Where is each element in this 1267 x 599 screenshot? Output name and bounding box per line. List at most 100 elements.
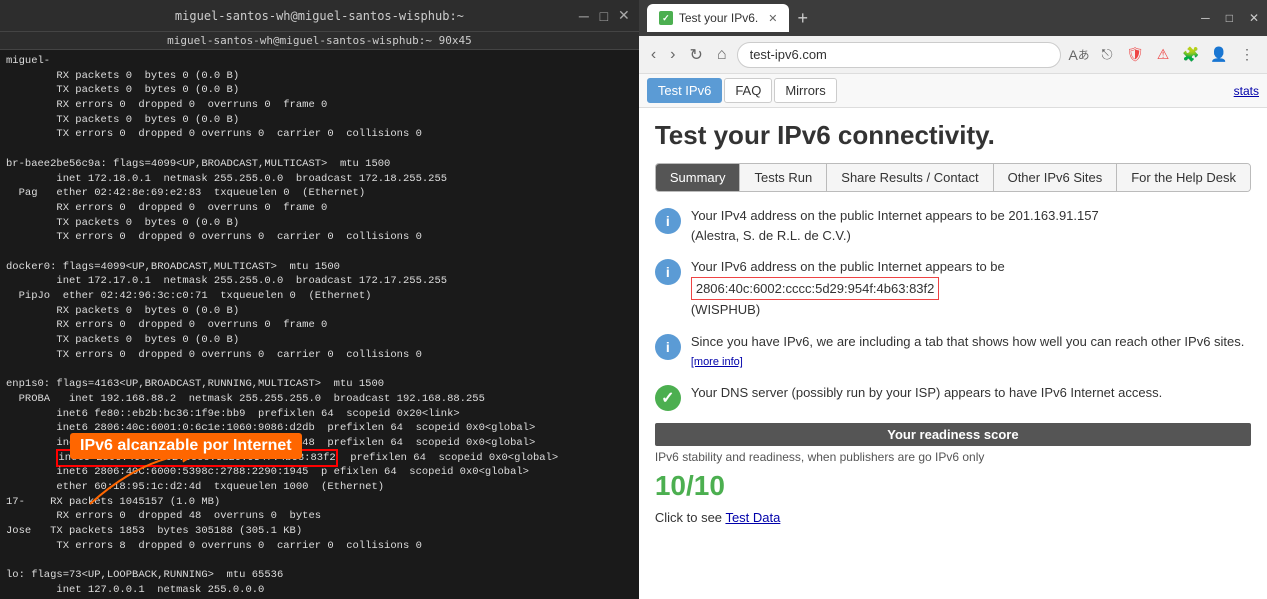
info-text-dns: Your DNS server (possibly run by your IS… <box>691 383 1162 411</box>
terminal-title: miguel-santos-wh@miguel-santos-wisphub:~ <box>175 9 464 23</box>
terminal-line-23: PROBA inet 192.168.88.2 netmask 255.255.… <box>6 393 485 405</box>
browser-maximize-btn[interactable]: □ <box>1226 11 1233 25</box>
address-bar[interactable] <box>737 42 1061 68</box>
forward-btn[interactable]: › <box>666 44 679 66</box>
page-title: Test your IPv6 connectivity. <box>655 120 1251 151</box>
terminal-line-22: enp1s0: flags=4163<UP,BROADCAST,RUNNING,… <box>6 378 384 390</box>
info-block-dns: ✓ Your DNS server (possibly run by your … <box>655 383 1251 411</box>
browser-toolbar: ‹ › ↻ ⌂ Aあ ⎋ 🛡 ⚠ 🧩 👤 ⋮ <box>639 36 1267 74</box>
terminal-line-29: ether 60:18:95:1c:d2:4d txqueuelen 1000 … <box>6 481 384 493</box>
info-block-tab: i Since you have IPv6, we are including … <box>655 332 1251 371</box>
test-data-section: Click to see Test Data <box>655 510 1251 525</box>
info-icon-dns: ✓ <box>655 385 681 411</box>
back-btn[interactable]: ‹ <box>647 44 660 66</box>
info-text-ipv4: Your IPv4 address on the public Internet… <box>691 206 1099 245</box>
info-block-ipv6: i Your IPv6 address on the public Intern… <box>655 257 1251 320</box>
terminal-line-25: inet6 2806:40c:6001:0:6c1e:1060:9086:d2d… <box>6 422 535 434</box>
terminal-line-2: TX packets 0 bytes 0 (0.0 B) <box>6 84 239 96</box>
terminal-line-19: TX packets 0 bytes 0 (0.0 B) <box>6 334 239 346</box>
terminal-line-5: TX errors 0 dropped 0 overruns 0 carrier… <box>6 128 422 140</box>
site-nav: Test IPv6 FAQ Mirrors stats <box>639 74 1267 108</box>
readiness-score: 10/10 <box>655 470 1251 502</box>
info-text-tab: Since you have IPv6, we are including a … <box>691 332 1251 371</box>
translate-icon[interactable]: Aあ <box>1067 43 1091 67</box>
terminal-titlebar: miguel-santos-wh@miguel-santos-wisphub:~… <box>0 0 639 32</box>
terminal-line-36: inet 127.0.0.1 netmask 255.0.0.0 <box>6 584 264 596</box>
terminal-line-32: Jose TX packets 1853 bytes 305188 (305.1… <box>6 525 302 537</box>
terminal-line-0: miguel- <box>6 55 50 67</box>
site-tab-test-ipv6[interactable]: Test IPv6 <box>647 78 722 103</box>
share-icon[interactable]: ⎋ <box>1095 43 1119 67</box>
terminal-line-30: 17- RX packets 1045157 (1.0 MB) <box>6 496 220 508</box>
terminal-line-12: TX errors 0 dropped 0 overruns 0 carrier… <box>6 231 422 243</box>
browser-titlebar: ✓ Test your IPv6. ✕ + ─ □ ✕ <box>639 0 1267 36</box>
terminal-line-7: br-baee2be56c9a: flags=4099<UP,BROADCAST… <box>6 158 390 170</box>
terminal-highlighted-line: inet6 2806:40c:6002:cccc:5d29:954f:4b63:… <box>6 449 558 467</box>
info-icon-tab: i <box>655 334 681 360</box>
browser-minimize-btn[interactable]: ─ <box>1201 11 1210 25</box>
terminal-line-18: RX errors 0 dropped 0 overruns 0 frame 0 <box>6 319 327 331</box>
shield-icon[interactable]: 🛡 <box>1123 43 1147 67</box>
content-tab-tests-run[interactable]: Tests Run <box>740 164 827 191</box>
tab-favicon: ✓ <box>659 11 673 25</box>
menu-icon[interactable]: ⋮ <box>1235 43 1259 67</box>
info-text-ipv6: Your IPv6 address on the public Internet… <box>691 257 1005 320</box>
test-data-link[interactable]: Test Data <box>725 510 780 525</box>
highlighted-ipv6-addr: inet6 2806:40c:6002:cccc:5d29:954f:4b63:… <box>56 449 337 467</box>
reload-btn[interactable]: ↻ <box>686 43 707 67</box>
extensions-icon[interactable]: 🧩 <box>1179 43 1203 67</box>
terminal-line-24: inet6 fe80::eb2b:bc36:1f9e:bb9 prefixlen… <box>6 408 460 420</box>
tab-title: Test your IPv6. <box>679 11 758 25</box>
home-btn[interactable]: ⌂ <box>713 44 731 66</box>
terminal-body: miguel- RX packets 0 bytes 0 (0.0 B) TX … <box>0 50 639 599</box>
terminal-line-26: inet6 2806:40c:6001:0:2359:14hd:45d4:614… <box>6 437 535 449</box>
info-block-ipv4: i Your IPv4 address on the public Intern… <box>655 206 1251 245</box>
stats-link[interactable]: stats <box>1234 84 1259 98</box>
terminal-line-20: TX errors 0 dropped 0 overruns 0 carrier… <box>6 349 422 361</box>
terminal-line-11: TX packets 0 bytes 0 (0.0 B) <box>6 217 239 229</box>
test-data-prefix: Click to see <box>655 510 722 525</box>
more-info-link[interactable]: [more info] <box>691 356 743 368</box>
terminal-line-35: lo: flags=73<UP,LOOPBACK,RUNNING> mtu 65… <box>6 569 283 581</box>
tab-close-btn[interactable]: ✕ <box>768 12 777 25</box>
terminal-line-33: TX errors 8 dropped 0 overruns 0 carrier… <box>6 540 422 552</box>
terminal-close-btn[interactable]: ✕ <box>617 9 631 23</box>
info-icon-ipv4: i <box>655 208 681 234</box>
terminal-minimize-btn[interactable]: ─ <box>577 9 591 23</box>
site-tab-mirrors[interactable]: Mirrors <box>774 78 836 103</box>
browser-content: Test your IPv6 connectivity. Summary Tes… <box>639 108 1267 599</box>
content-tabs: Summary Tests Run Share Results / Contac… <box>655 163 1251 192</box>
terminal-line-16: PipJo ether 02:42:96:3c:c0:71 txqueuelen… <box>6 290 371 302</box>
terminal-window: miguel-santos-wh@miguel-santos-wisphub:~… <box>0 0 639 599</box>
terminal-maximize-btn[interactable]: □ <box>597 9 611 23</box>
warning-icon[interactable]: ⚠ <box>1151 43 1175 67</box>
readiness-desc: IPv6 stability and readiness, when publi… <box>655 450 1251 464</box>
terminal-line-9: Pag ether 02:42:8e:69:e2:83 txqueuelen 0… <box>6 187 365 199</box>
terminal-output: miguel- RX packets 0 bytes 0 (0.0 B) TX … <box>6 54 633 597</box>
content-tab-summary[interactable]: Summary <box>656 164 741 191</box>
ipv6-address-display: 2806:40c:6002:cccc:5d29:954f:4b63:83f2 <box>691 277 940 301</box>
browser-tab-active[interactable]: ✓ Test your IPv6. ✕ <box>647 4 790 32</box>
terminal-line-14: docker0: flags=4099<UP,BROADCAST,MULTICA… <box>6 261 340 273</box>
terminal-line-10: RX errors 0 dropped 0 overruns 0 frame 0 <box>6 202 327 214</box>
content-tab-other-sites[interactable]: Other IPv6 Sites <box>994 164 1118 191</box>
terminal-line-17: RX packets 0 bytes 0 (0.0 B) <box>6 305 239 317</box>
terminal-line-28: inet6 2806:40C:6000:5398c:2788:2290:1945… <box>6 466 529 478</box>
browser-window: ✓ Test your IPv6. ✕ + ─ □ ✕ ‹ › ↻ ⌂ Aあ ⎋… <box>639 0 1267 599</box>
content-tab-share[interactable]: Share Results / Contact <box>827 164 993 191</box>
terminal-subtitle: miguel-santos-wh@miguel-santos-wisphub:~… <box>0 32 639 50</box>
site-tab-faq[interactable]: FAQ <box>724 78 772 103</box>
terminal-line-31: RX errors 0 dropped 48 overruns 0 bytes <box>6 510 321 522</box>
terminal-line-3: RX errors 0 dropped 0 overruns 0 frame 0 <box>6 99 327 111</box>
info-icon-ipv6: i <box>655 259 681 285</box>
readiness-bar: Your readiness score <box>655 423 1251 446</box>
profile-icon[interactable]: 👤 <box>1207 43 1231 67</box>
terminal-line-1: RX packets 0 bytes 0 (0.0 B) <box>6 70 239 82</box>
content-tab-help-desk[interactable]: For the Help Desk <box>1117 164 1250 191</box>
terminal-line-15: inet 172.17.0.1 netmask 255.255.0.0 broa… <box>6 275 447 287</box>
toolbar-icons: Aあ ⎋ 🛡 ⚠ 🧩 👤 ⋮ <box>1067 43 1259 67</box>
new-tab-btn[interactable]: + <box>797 8 808 29</box>
terminal-line-4: TX packets 0 bytes 0 (0.0 B) <box>6 114 239 126</box>
terminal-controls: ─ □ ✕ <box>577 9 631 23</box>
browser-close-btn[interactable]: ✕ <box>1249 11 1259 25</box>
